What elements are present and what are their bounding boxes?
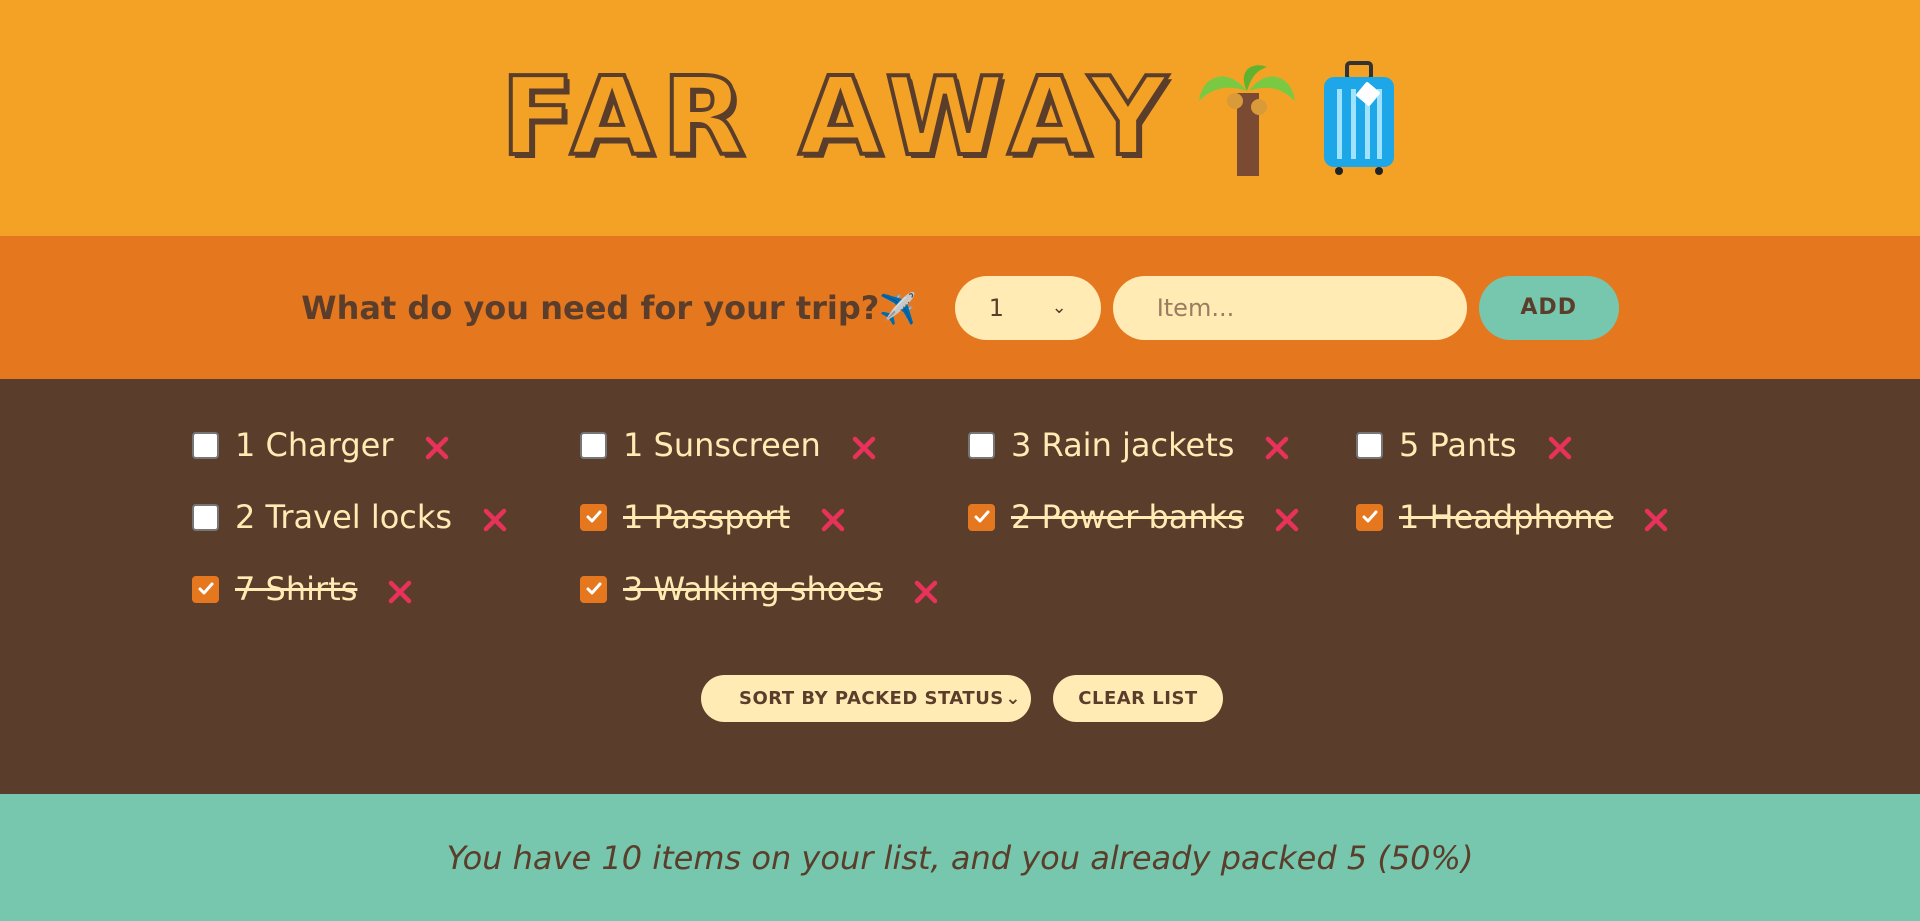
list-item: 3 Rain jackets bbox=[968, 419, 1356, 471]
packed-checkbox[interactable] bbox=[580, 503, 607, 531]
form-question: What do you need for your trip?✈️ bbox=[301, 289, 916, 327]
item-label: 2 Power banks bbox=[1011, 498, 1244, 536]
list-item: 1 Sunscreen bbox=[580, 419, 968, 471]
stats-footer: You have 10 items on your list, and you … bbox=[0, 794, 1920, 921]
quantity-value: 1 bbox=[988, 293, 1004, 322]
item-label: 7 Shirts bbox=[235, 570, 358, 608]
form-question-text: What do you need for your trip? bbox=[301, 288, 880, 327]
add-item-form: What do you need for your trip?✈️ 1 ⌄ AD… bbox=[0, 236, 1920, 379]
stats-text: You have 10 items on your list, and you … bbox=[446, 838, 1474, 877]
list-item: 3 Walking shoes bbox=[580, 563, 968, 615]
packed-checkbox[interactable] bbox=[580, 431, 607, 459]
list-item: 5 Pants bbox=[1356, 419, 1744, 471]
item-label: 5 Pants bbox=[1399, 426, 1517, 464]
item-label: 1 Charger bbox=[235, 426, 394, 464]
list-item: 1 Passport bbox=[580, 491, 968, 543]
clear-list-button[interactable]: CLEAR LIST bbox=[1053, 675, 1223, 722]
airplane-icon: ✈️ bbox=[879, 291, 917, 327]
list-item: 1 Headphone bbox=[1356, 491, 1744, 543]
delete-icon[interactable] bbox=[1272, 505, 1302, 535]
delete-icon[interactable] bbox=[849, 433, 879, 463]
item-label: 1 Sunscreen bbox=[623, 426, 821, 464]
logo-text: FAR AWAY bbox=[499, 55, 1176, 180]
list-item: 1 Charger bbox=[192, 419, 580, 471]
item-input[interactable] bbox=[1112, 275, 1467, 340]
packed-checkbox[interactable] bbox=[192, 575, 219, 603]
delete-icon[interactable] bbox=[422, 433, 452, 463]
sort-value: SORT BY PACKED STATUS bbox=[739, 688, 1004, 709]
items-grid: 1 Charger 1 Sunscreen 3 Rain jackets 5 Pant… bbox=[192, 419, 1744, 615]
delete-icon[interactable] bbox=[385, 577, 415, 607]
item-label: 2 Travel locks bbox=[235, 498, 453, 536]
packed-checkbox[interactable] bbox=[192, 431, 219, 459]
item-label: 1 Passport bbox=[623, 498, 790, 536]
delete-icon[interactable] bbox=[911, 577, 941, 607]
delete-icon[interactable] bbox=[1262, 433, 1292, 463]
logo: FAR AWAY bbox=[499, 55, 1399, 180]
list-item: 7 Shirts bbox=[192, 563, 580, 615]
delete-icon[interactable] bbox=[1641, 505, 1671, 535]
packing-list: 1 Charger 1 Sunscreen 3 Rain jackets 5 Pant… bbox=[0, 379, 1920, 794]
packed-checkbox[interactable] bbox=[968, 431, 995, 459]
sort-select[interactable]: SORT BY PACKED STATUS ⌄ bbox=[701, 675, 1031, 722]
packed-checkbox[interactable] bbox=[1356, 503, 1383, 531]
suitcase-icon bbox=[1324, 60, 1395, 175]
chevron-down-icon: ⌄ bbox=[1005, 688, 1021, 709]
palm-tree-icon bbox=[1199, 64, 1296, 176]
add-button[interactable]: ADD bbox=[1478, 275, 1619, 340]
delete-icon[interactable] bbox=[480, 505, 510, 535]
packed-checkbox[interactable] bbox=[1356, 431, 1383, 459]
packed-checkbox[interactable] bbox=[580, 575, 607, 603]
item-label: 3 Rain jackets bbox=[1011, 426, 1235, 464]
app-header: FAR AWAY bbox=[0, 0, 1920, 236]
quantity-select[interactable]: 1 ⌄ bbox=[954, 275, 1101, 340]
item-label: 1 Headphone bbox=[1399, 498, 1614, 536]
list-actions: SORT BY PACKED STATUS ⌄ CLEAR LIST bbox=[0, 675, 1920, 722]
chevron-down-icon: ⌄ bbox=[1051, 297, 1067, 318]
packed-checkbox[interactable] bbox=[192, 503, 219, 531]
list-item: 2 Power banks bbox=[968, 491, 1356, 543]
delete-icon[interactable] bbox=[1545, 433, 1575, 463]
delete-icon[interactable] bbox=[818, 505, 848, 535]
item-label: 3 Walking shoes bbox=[623, 570, 883, 608]
packed-checkbox[interactable] bbox=[968, 503, 995, 531]
list-item: 2 Travel locks bbox=[192, 491, 580, 543]
